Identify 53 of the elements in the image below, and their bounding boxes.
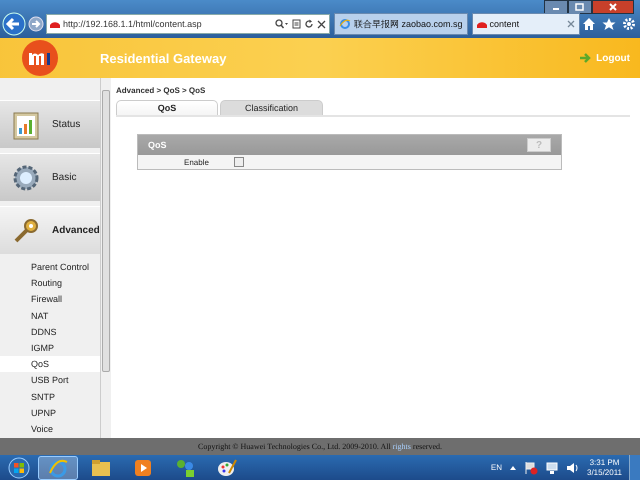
back-icon[interactable] <box>2 12 26 36</box>
close-tab-icon[interactable] <box>567 20 575 28</box>
flag-icon[interactable] <box>524 460 538 474</box>
browser-logo-icon <box>339 18 351 30</box>
forward-icon[interactable] <box>28 16 44 32</box>
close-button[interactable] <box>592 0 634 14</box>
minimize-button[interactable] <box>544 0 568 14</box>
restore-button[interactable] <box>568 0 592 14</box>
submenu-item[interactable]: DDNS <box>0 324 100 340</box>
submenu-item[interactable]: IGMP <box>0 340 100 356</box>
submenu-item[interactable]: UPNP <box>0 404 100 421</box>
restore-icon <box>575 3 585 11</box>
refresh-icon[interactable] <box>304 19 314 29</box>
breadcrumb: Advanced > QoS > QoS <box>116 86 206 97</box>
logo-icon <box>22 40 58 76</box>
sidebar-item[interactable]: Status <box>0 100 100 148</box>
submenu-item[interactable]: Firewall <box>0 291 100 308</box>
language-indicator[interactable]: EN <box>490 463 502 472</box>
favorites-icon[interactable] <box>602 17 616 31</box>
app-title: Residential Gateway <box>100 50 226 66</box>
tab[interactable]: QoS <box>116 100 218 115</box>
address-field[interactable]: http://192.168.1.1/html/content.asp <box>46 14 330 34</box>
copyright-text: Copyright © Huawei Technologies Co., Ltd. 2009-2010. All rights reserved. <box>198 442 442 451</box>
sidebar-item[interactable]: Basic <box>0 153 100 201</box>
submenu-item[interactable]: NAT <box>0 308 100 324</box>
enable-checkbox[interactable] <box>234 157 244 167</box>
scrollbar[interactable] <box>100 78 111 438</box>
browser-tab[interactable]: content <box>472 13 580 35</box>
panel-title: QoS <box>148 140 167 150</box>
chart-clipboard-icon <box>12 110 40 140</box>
clock[interactable]: 3:31 PM 3/15/2011 <box>587 458 622 478</box>
tray-up-icon[interactable] <box>509 464 517 472</box>
volume-icon[interactable] <box>566 460 580 474</box>
submenu-item[interactable]: Voice <box>0 420 100 438</box>
tab[interactable]: Classification <box>220 100 323 115</box>
submenu-item[interactable]: Parent Control <box>0 259 100 276</box>
submenu-item[interactable]: QoS <box>0 356 100 372</box>
submenu-item[interactable]: USB Port <box>0 372 100 388</box>
sidebar-item[interactable]: Advanced <box>0 206 100 254</box>
close-icon <box>608 3 618 11</box>
submenu-item[interactable]: SNTP <box>0 388 100 405</box>
stop-icon[interactable] <box>317 20 326 28</box>
search-icon[interactable] <box>275 19 289 29</box>
arrow-icon <box>578 51 592 65</box>
start-icon <box>8 456 30 478</box>
settings-icon[interactable] <box>622 17 636 31</box>
wrench-icon <box>12 216 40 244</box>
field-label: Enable <box>184 158 210 166</box>
submenu-item[interactable]: Routing <box>0 275 100 292</box>
gear-icon <box>12 164 40 192</box>
palette-icon <box>216 456 238 478</box>
browser-tab[interactable]: 联合早报网 zaobao.com.sg <box>334 13 468 35</box>
home-icon[interactable] <box>582 17 596 31</box>
